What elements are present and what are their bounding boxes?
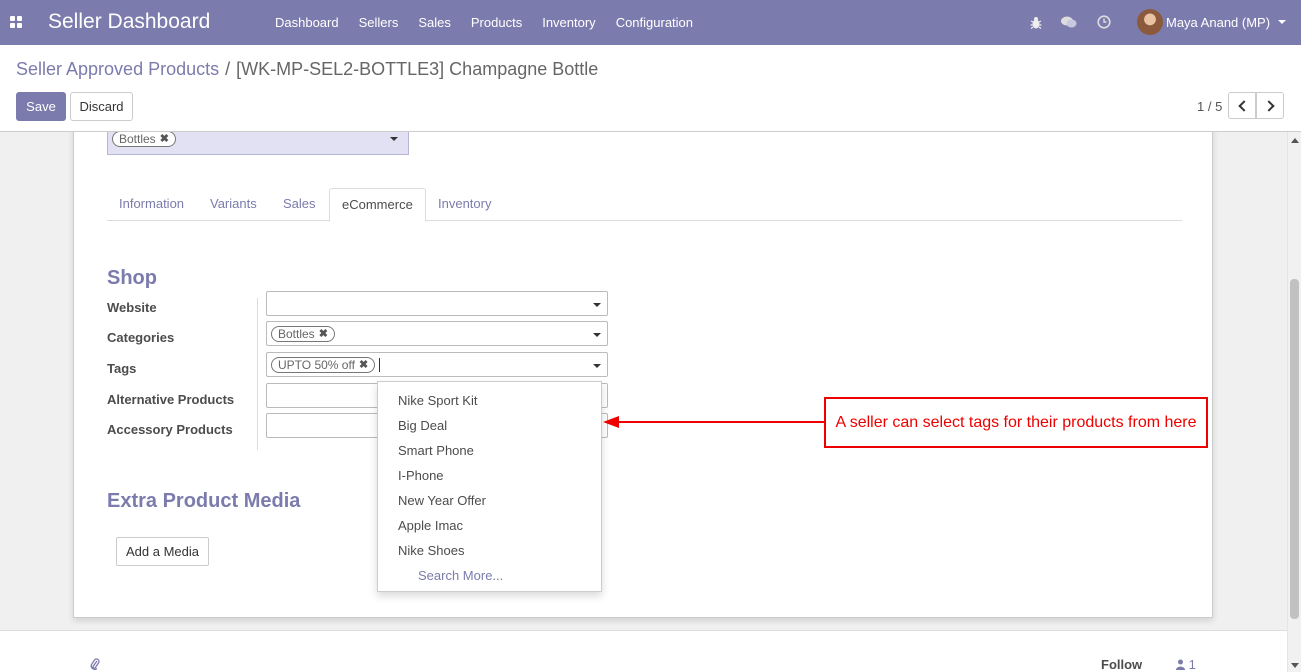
notebook-tabs: Information Variants Sales eCommerce Inv… — [107, 188, 1182, 222]
dropdown-item[interactable]: Smart Phone — [398, 443, 474, 458]
breadcrumb: Seller Approved Products / [WK-MP-SEL2-BOT… — [16, 59, 598, 80]
form-sheet: Bottles ✖ Information Variants Sales eCom… — [73, 132, 1213, 618]
chevron-left-icon — [1237, 99, 1250, 112]
bug-icon[interactable] — [1028, 14, 1044, 30]
menu-dashboard[interactable]: Dashboard — [265, 0, 349, 45]
close-icon[interactable]: ✖ — [359, 358, 368, 372]
tab-variants[interactable]: Variants — [198, 188, 269, 221]
chevron-down-icon[interactable] — [1278, 20, 1286, 24]
annotation-arrow — [618, 421, 825, 423]
extra-media-section-title: Extra Product Media — [107, 490, 301, 512]
tab-ecommerce[interactable]: eCommerce — [329, 188, 426, 222]
app-title: Seller Dashboard — [48, 10, 211, 33]
breadcrumb-current: [WK-MP-SEL2-BOTTLE3] Champagne Bottle — [236, 59, 599, 79]
followers-button[interactable]: 1 — [1176, 657, 1196, 672]
chevron-right-icon — [1262, 99, 1275, 112]
followers-count: 1 — [1188, 657, 1196, 672]
chatter-bar: Follow 1 — [0, 630, 1287, 672]
scroll-down-icon[interactable] — [1291, 663, 1299, 668]
dropdown-item[interactable]: Nike Sport Kit — [398, 393, 477, 408]
breadcrumb-separator: / — [225, 59, 231, 79]
breadcrumb-parent-link[interactable]: Seller Approved Products — [16, 59, 219, 79]
apps-menu-icon[interactable] — [10, 16, 22, 28]
tags-dropdown: Nike Sport Kit Big Deal Smart Phone I-Ph… — [377, 381, 602, 592]
dropdown-item[interactable]: I-Phone — [398, 468, 444, 483]
user-name[interactable]: Maya Anand (MP) — [1166, 15, 1270, 30]
pager-previous-button[interactable] — [1228, 92, 1256, 119]
tag-label: Bottles — [119, 132, 156, 146]
chevron-down-icon[interactable] — [593, 364, 601, 368]
arrow-left-icon — [603, 416, 619, 428]
main-menu: Dashboard Sellers Sales Products Invento… — [265, 0, 703, 45]
clock-icon[interactable] — [1096, 14, 1112, 30]
top-tags-field[interactable]: Bottles ✖ — [107, 132, 409, 155]
search-more-link[interactable]: Search More... — [418, 568, 503, 583]
website-select[interactable] — [266, 291, 608, 316]
save-button[interactable]: Save — [16, 92, 66, 121]
menu-configuration[interactable]: Configuration — [606, 0, 703, 45]
pager-next-button[interactable] — [1256, 92, 1284, 119]
shop-section-title: Shop — [107, 267, 157, 289]
chevron-down-icon[interactable] — [593, 303, 601, 307]
tab-inventory[interactable]: Inventory — [426, 188, 503, 221]
tab-information[interactable]: Information — [107, 188, 196, 221]
discard-button[interactable]: Discard — [70, 92, 133, 121]
top-navbar: Seller Dashboard Dashboard Sellers Sales… — [0, 0, 1301, 45]
menu-products[interactable]: Products — [461, 0, 532, 45]
chevron-down-icon[interactable] — [390, 137, 398, 141]
chevron-down-icon[interactable] — [593, 333, 601, 337]
annotation-callout: A seller can select tags for their produ… — [824, 397, 1208, 448]
accessory-products-label: Accessory Products — [107, 422, 233, 437]
page-scrollbar[interactable] — [1287, 132, 1301, 672]
control-panel: Seller Approved Products / [WK-MP-SEL2-BOT… — [0, 45, 1301, 132]
chat-icon[interactable] — [1061, 14, 1077, 30]
scroll-thumb[interactable] — [1290, 279, 1299, 619]
pager-value[interactable]: 1 / 5 — [1197, 99, 1222, 114]
tag-label: Bottles — [278, 327, 315, 341]
dropdown-item[interactable]: Nike Shoes — [398, 543, 464, 558]
tag-chip-upto-50: UPTO 50% off ✖ — [271, 357, 376, 373]
add-media-button[interactable]: Add a Media — [116, 537, 209, 566]
categories-label: Categories — [107, 330, 175, 345]
dropdown-item[interactable]: Apple Imac — [398, 518, 463, 533]
tab-sales[interactable]: Sales — [271, 188, 328, 221]
tags-label: Tags — [107, 361, 137, 376]
close-icon[interactable]: ✖ — [319, 327, 328, 341]
menu-sales[interactable]: Sales — [408, 0, 461, 45]
tag-chip: Bottles ✖ — [112, 132, 176, 147]
scroll-up-icon[interactable] — [1291, 138, 1299, 143]
close-icon[interactable]: ✖ — [160, 132, 169, 146]
dropdown-item[interactable]: New Year Offer — [398, 493, 486, 508]
website-label: Website — [107, 300, 157, 315]
categories-field[interactable]: Bottles ✖ — [266, 321, 608, 346]
follow-button[interactable]: Follow — [1101, 657, 1142, 672]
tag-label: UPTO 50% off — [278, 358, 355, 372]
paperclip-icon[interactable] — [90, 658, 100, 672]
text-cursor — [379, 358, 380, 372]
menu-sellers[interactable]: Sellers — [349, 0, 409, 45]
category-tag-chip: Bottles ✖ — [271, 326, 335, 342]
dropdown-item[interactable]: Big Deal — [398, 418, 447, 433]
alternative-products-label: Alternative Products — [107, 392, 235, 407]
tags-field[interactable]: UPTO 50% off ✖ — [266, 352, 608, 377]
field-divider — [257, 298, 258, 450]
avatar[interactable] — [1137, 9, 1163, 35]
menu-inventory[interactable]: Inventory — [532, 0, 605, 45]
